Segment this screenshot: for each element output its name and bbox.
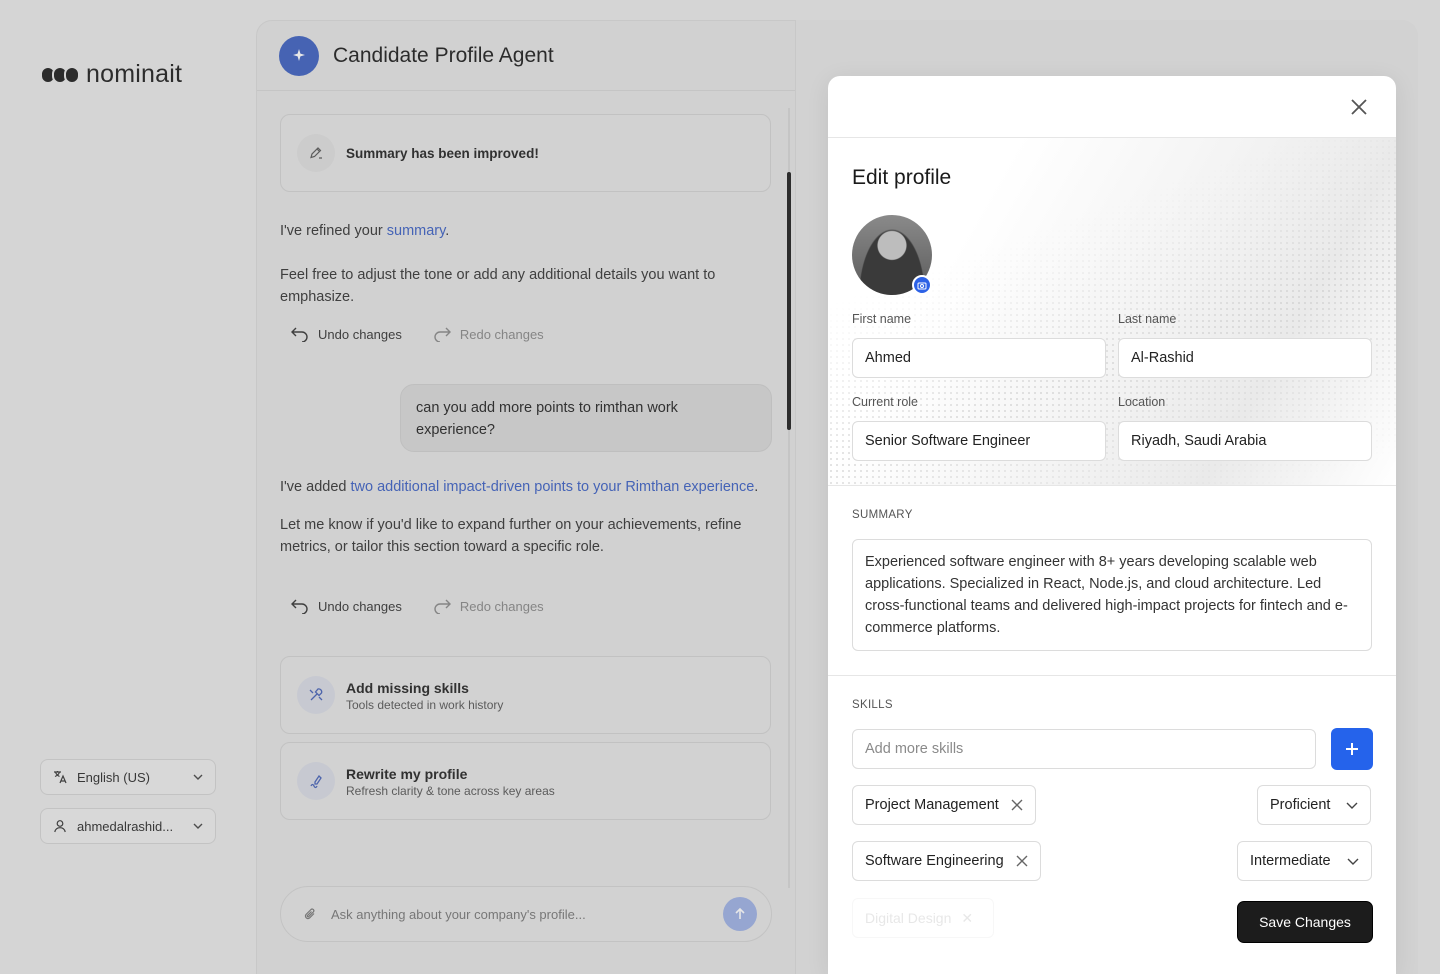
plus-icon: [1346, 743, 1358, 755]
current-role-label: Current role: [852, 395, 918, 409]
current-role-field[interactable]: Senior Software Engineer: [852, 421, 1106, 461]
section-divider: [828, 675, 1396, 676]
skill-chip: Software Engineering: [852, 841, 1041, 881]
modal-title: Edit profile: [852, 166, 952, 189]
modal-header: [828, 76, 1396, 138]
save-changes-button[interactable]: Save Changes: [1237, 901, 1373, 943]
skill-level-select[interactable]: Proficient: [1257, 785, 1372, 825]
summary-textarea[interactable]: Experienced software engineer with 8+ ye…: [852, 539, 1372, 651]
remove-skill-icon[interactable]: [1016, 855, 1028, 867]
skill-name: Project Management: [865, 797, 999, 813]
skills-section-label: SKILLS: [852, 699, 893, 711]
skill-level-value: Intermediate: [1250, 853, 1331, 869]
summary-section-label: SUMMARY: [852, 509, 913, 521]
close-icon[interactable]: [1348, 96, 1370, 118]
chevron-down-icon: [1347, 858, 1359, 865]
profile-header: Edit profile First name Ahmed Last name …: [828, 138, 1396, 486]
skill-chip: Project Management: [852, 785, 1036, 825]
skill-level-select[interactable]: Intermediate: [1237, 841, 1372, 881]
first-name-label: First name: [852, 312, 912, 326]
skill-name: Software Engineering: [865, 853, 1004, 869]
chevron-down-icon: [1346, 802, 1358, 809]
location-label: Location: [1118, 395, 1166, 409]
edit-profile-modal: Edit profile First name Ahmed Last name …: [828, 76, 1396, 974]
location-field[interactable]: Riyadh, Saudi Arabia: [1118, 421, 1372, 461]
first-name-field[interactable]: Ahmed: [852, 338, 1106, 378]
remove-skill-icon[interactable]: [1011, 799, 1023, 811]
add-skill-button[interactable]: [1331, 728, 1373, 770]
add-skill-input[interactable]: Add more skills: [852, 729, 1316, 769]
remove-skill-icon[interactable]: ✕: [961, 910, 973, 927]
last-name-label: Last name: [1118, 312, 1177, 326]
last-name-field[interactable]: Al-Rashid: [1118, 338, 1372, 378]
skill-chip-faded: Digital Design ✕: [852, 898, 994, 938]
camera-icon[interactable]: [912, 275, 932, 295]
skill-level-value: Proficient: [1270, 797, 1331, 813]
add-skill-placeholder: Add more skills: [865, 741, 964, 757]
skill-name: Digital Design: [865, 910, 952, 926]
